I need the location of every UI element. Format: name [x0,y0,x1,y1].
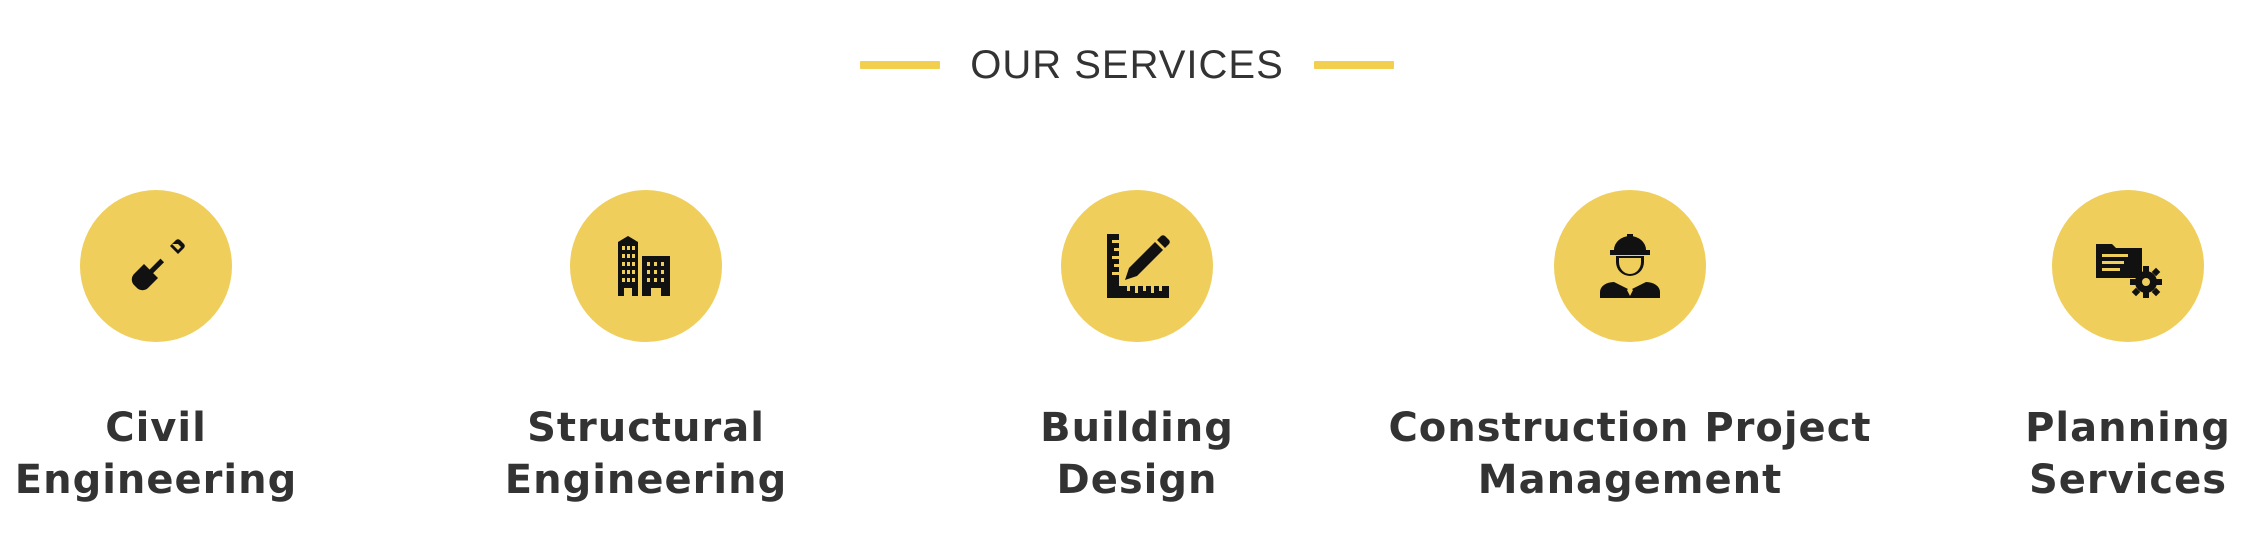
section-title: OUR SERVICES [970,43,1284,87]
service-icon-circle [1061,190,1213,342]
folder-gear-icon [2096,244,2162,298]
service-title-line1: Civil [105,405,207,451]
header-right-bar [1313,61,1394,69]
service-civil-engineering[interactable]: Civil Engineering [0,190,416,506]
service-title-line2: Engineering [504,457,788,503]
service-title-line2: Services [2028,457,2228,503]
service-title: Building Design [877,402,1397,506]
buildings-icon [618,236,670,296]
service-title-line1: Construction Project [1388,405,1872,451]
service-building-design[interactable]: Building Design [877,190,1397,506]
engineer-icon [1600,234,1660,298]
service-structural-engineering[interactable]: Structural Engineering [386,190,906,506]
service-title-line1: Planning [2025,405,2231,451]
service-title-line2: Engineering [14,457,298,503]
service-icon-circle [1554,190,1706,342]
service-title-line2: Design [1056,457,1218,503]
service-planning-services[interactable]: Planning Services [1868,190,2254,506]
service-title-line1: Building [1040,405,1234,451]
service-title: Construction Project Management [1370,402,1890,506]
services-list: Civil Engineering Structural Engineering… [0,190,2254,530]
ruler-pencil-icon [1107,234,1170,298]
service-title-line2: Management [1477,457,1783,503]
service-construction-project-management[interactable]: Construction Project Management [1370,190,1890,506]
section-header: OUR SERVICES [0,40,2254,90]
service-icon-circle [2052,190,2204,342]
service-icon-circle [80,190,232,342]
service-icon-circle [570,190,722,342]
service-title-line1: Structural [527,405,765,451]
shovel-icon [131,239,185,291]
header-left-bar [860,61,941,69]
service-title: Structural Engineering [386,402,906,506]
service-title: Planning Services [1868,402,2254,506]
service-title: Civil Engineering [0,402,416,506]
